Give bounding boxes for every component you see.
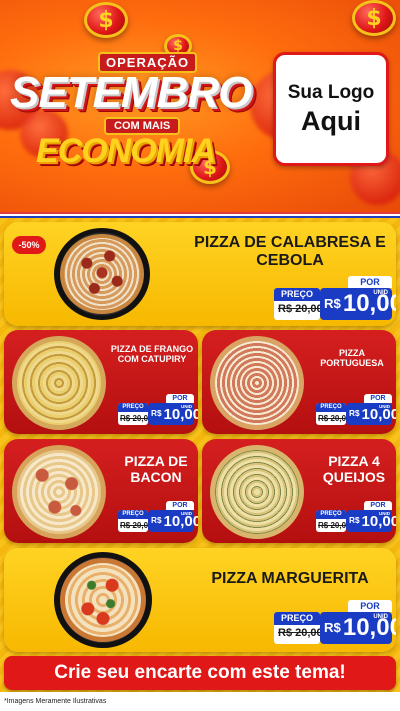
product-name: PIZZA PORTUGUESA bbox=[320, 348, 384, 369]
create-flyer-button[interactable]: Crie seu encarte com este tema! bbox=[4, 656, 396, 690]
pizza-bacon-image bbox=[12, 445, 106, 539]
price-tag: POR PREÇO R$ 20,00 R$10,00 UNID bbox=[274, 600, 396, 648]
product-name: PIZZA 4 QUEIJOS bbox=[322, 453, 386, 486]
pizza-frango-image bbox=[12, 336, 106, 430]
price-tag: POR PREÇO R$ 20,00 R$10,00 UNID bbox=[274, 276, 396, 324]
product-card-calabresa[interactable]: -50% PIZZA DE CALABRESA E CEBOLA POR PRE… bbox=[4, 222, 396, 326]
dollar-coin-icon: $ bbox=[352, 0, 396, 36]
product-name: PIZZA DE FRANGO COM CATUPIRY bbox=[110, 344, 194, 365]
product-name: PIZZA DE CALABRESA E CEBOLA bbox=[194, 234, 386, 270]
product-card-bacon[interactable]: PIZZA DE BACON POR PREÇO R$ 20,00 R$ 10,0… bbox=[4, 439, 198, 543]
product-card-4-queijos[interactable]: PIZZA 4 QUEIJOS POR PREÇO R$ 20,00 R$ 10,… bbox=[202, 439, 396, 543]
price-tag: POR PREÇO R$ 20,00 R$10,00 UNID bbox=[316, 394, 396, 425]
products-area: -50% PIZZA DE CALABRESA E CEBOLA POR PRE… bbox=[0, 218, 400, 711]
logo-line-1: Sua Logo bbox=[287, 81, 375, 103]
price-tag: POR PREÇO R$ 20,00 R$10,00 UNID bbox=[118, 501, 198, 532]
product-card-portuguesa[interactable]: PIZZA PORTUGUESA POR PREÇO R$ 20,00 R$ 10… bbox=[202, 330, 396, 434]
product-card-frango[interactable]: PIZZA DE FRANGO COM CATUPIRY POR PREÇO R… bbox=[4, 330, 198, 434]
logo-line-2: Aqui bbox=[301, 105, 361, 136]
product-name: PIZZA DE BACON bbox=[124, 453, 188, 486]
price-tag: POR PREÇO R$ 20,00 R$10,00 UNID bbox=[118, 394, 198, 425]
pizza-marguerita-image bbox=[54, 552, 152, 648]
unit-label: UNID bbox=[373, 290, 388, 296]
por-label: POR bbox=[348, 276, 392, 288]
product-card-marguerita[interactable]: PIZZA MARGUERITA POR PREÇO R$ 20,00 R$ 10… bbox=[4, 548, 396, 652]
price-tag: POR PREÇO R$ 20,00 R$10,00 UNID bbox=[316, 501, 396, 532]
title-economia: ECONOMIA bbox=[36, 132, 216, 170]
old-price: R$ 20,00 bbox=[278, 303, 323, 315]
logo-placeholder[interactable]: Sua Logo Aqui bbox=[273, 52, 389, 166]
dollar-coin-icon: $ bbox=[84, 2, 128, 38]
pizza-portuguesa-image bbox=[210, 336, 304, 430]
header-banner: $ $ $ $ OPERAÇÃO SETEMBRO COM MAIS ECONO… bbox=[0, 0, 400, 212]
product-name: PIZZA MARGUERITA bbox=[211, 570, 369, 587]
pizza-4-queijos-image bbox=[210, 445, 304, 539]
campaign-title: OPERAÇÃO SETEMBRO COM MAIS ECONOMIA bbox=[8, 42, 258, 192]
disclaimer-note: *Imagens Meramente Ilustrativas bbox=[0, 692, 400, 711]
pizza-calabresa-image bbox=[54, 228, 150, 320]
discount-badge: -50% bbox=[12, 236, 46, 254]
title-setembro: SETEMBRO bbox=[10, 68, 252, 117]
preco-label: PREÇO bbox=[274, 288, 320, 301]
